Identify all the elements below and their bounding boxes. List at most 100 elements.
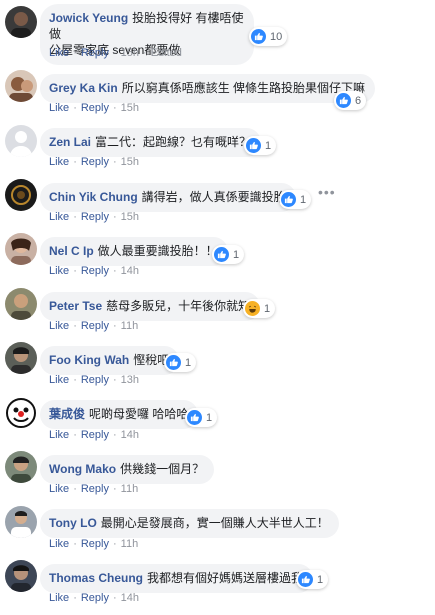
timestamp[interactable]: 11h bbox=[121, 320, 139, 332]
reply-link[interactable]: Reply bbox=[81, 102, 109, 114]
comment-meta: Like · Reply · 15h · Edited bbox=[49, 46, 182, 60]
reaction-count: 1 bbox=[206, 411, 213, 424]
comment-bubble: Peter Tse 慈母多販兒，十年後你就知 bbox=[40, 292, 261, 321]
reaction-summary[interactable]: 1 bbox=[244, 136, 277, 155]
timestamp[interactable]: 11h bbox=[121, 538, 139, 550]
reaction-summary[interactable]: 1 bbox=[279, 190, 312, 209]
reply-link[interactable]: Reply bbox=[81, 47, 109, 59]
timestamp[interactable]: 11h bbox=[121, 483, 139, 495]
comment-meta: Like · Reply · 15h bbox=[49, 210, 139, 224]
reply-link[interactable]: Reply bbox=[81, 538, 109, 550]
comment-author[interactable]: Tony LO bbox=[49, 516, 97, 530]
comment-bubble: Tony LO 最開心是發展商，實一個賺人大半世人工！ bbox=[40, 509, 339, 538]
avatar[interactable] bbox=[5, 6, 37, 38]
reply-link[interactable]: Reply bbox=[81, 374, 109, 386]
reply-link[interactable]: Reply bbox=[81, 320, 109, 332]
reaction-summary[interactable]: 6 bbox=[334, 91, 367, 110]
comment-meta: Like · Reply · 14h bbox=[49, 428, 139, 442]
separator: · bbox=[112, 156, 117, 168]
like-link[interactable]: Like bbox=[49, 320, 69, 332]
like-link[interactable]: Like bbox=[49, 265, 69, 277]
separator: · bbox=[73, 320, 77, 332]
like-link[interactable]: Like bbox=[49, 156, 69, 168]
timestamp[interactable]: 14h bbox=[121, 429, 139, 441]
reply-link[interactable]: Reply bbox=[81, 483, 109, 495]
comment-text: 我都想有個好媽媽送層樓過我 bbox=[147, 571, 304, 585]
comment-meta: Like · Reply · 11h bbox=[49, 537, 138, 551]
like-link[interactable]: Like bbox=[49, 483, 69, 495]
comment-bubble: Foo King Wah 慳稅吧 bbox=[40, 346, 180, 375]
edited-label[interactable]: Edited bbox=[151, 47, 182, 59]
avatar[interactable] bbox=[5, 397, 37, 429]
comment-text: 所以窮真係唔應該生 俾條生路投胎果個仔下嘛 bbox=[121, 81, 366, 95]
comment-author[interactable]: Nel C Ip bbox=[49, 244, 94, 258]
reaction-summary[interactable]: 1 bbox=[243, 299, 276, 318]
comment-meta: Like · Reply · 14h bbox=[49, 591, 139, 605]
separator: · bbox=[73, 156, 77, 168]
separator: · bbox=[73, 592, 77, 604]
avatar[interactable] bbox=[5, 179, 37, 211]
timestamp[interactable]: 13h bbox=[121, 374, 139, 386]
reaction-summary[interactable]: 1 bbox=[164, 353, 197, 372]
comment-author[interactable]: Wong Mako bbox=[49, 462, 116, 476]
comment-author[interactable]: Peter Tse bbox=[49, 299, 102, 313]
comment-text: 慈母多販兒，十年後你就知 bbox=[106, 299, 251, 313]
comment-bubble: Chin Yik Chung 講得岩，做人真係要識投胎 bbox=[40, 183, 296, 212]
comment-meta: Like · Reply · 15h bbox=[49, 155, 139, 169]
like-reaction-icon bbox=[246, 138, 261, 153]
comment-bubble: Nel C Ip 做人最重要識投胎！！ bbox=[40, 237, 228, 266]
timestamp[interactable]: 14h bbox=[121, 265, 139, 277]
reaction-summary[interactable]: 1 bbox=[212, 245, 245, 264]
avatar[interactable] bbox=[5, 288, 37, 320]
avatar[interactable] bbox=[5, 125, 37, 157]
like-link[interactable]: Like bbox=[49, 429, 69, 441]
avatar[interactable] bbox=[5, 70, 37, 102]
comment-author[interactable]: Chin Yik Chung bbox=[49, 190, 138, 204]
reply-link[interactable]: Reply bbox=[81, 156, 109, 168]
like-link[interactable]: Like bbox=[49, 102, 69, 114]
like-link[interactable]: Like bbox=[49, 47, 69, 59]
avatar[interactable] bbox=[5, 233, 37, 265]
reaction-summary[interactable]: 1 bbox=[185, 408, 218, 427]
separator: · bbox=[112, 265, 117, 277]
reaction-summary[interactable]: 1 bbox=[296, 570, 329, 589]
timestamp[interactable]: 14h bbox=[121, 592, 139, 604]
avatar[interactable] bbox=[5, 342, 37, 374]
timestamp[interactable]: 15h bbox=[121, 156, 139, 168]
like-link[interactable]: Like bbox=[49, 211, 69, 223]
reply-link[interactable]: Reply bbox=[81, 592, 109, 604]
like-link[interactable]: Like bbox=[49, 374, 69, 386]
reaction-count: 10 bbox=[270, 30, 283, 43]
like-reaction-icon bbox=[166, 355, 181, 370]
timestamp[interactable]: 15h bbox=[121, 102, 139, 114]
comment-author[interactable]: Grey Ka Kin bbox=[49, 81, 118, 95]
reply-link[interactable]: Reply bbox=[81, 265, 109, 277]
comment-meta: Like · Reply · 11h bbox=[49, 482, 138, 496]
reply-link[interactable]: Reply bbox=[81, 211, 109, 223]
like-link[interactable]: Like bbox=[49, 592, 69, 604]
like-reaction-icon bbox=[251, 29, 266, 44]
like-reaction-icon bbox=[187, 410, 202, 425]
timestamp[interactable]: 15h bbox=[121, 211, 139, 223]
avatar[interactable] bbox=[5, 560, 37, 592]
separator: · bbox=[112, 429, 117, 441]
comment-author[interactable]: Zen Lai bbox=[49, 135, 91, 149]
comment-author[interactable]: Jowick Yeung bbox=[49, 11, 128, 25]
haha-reaction-icon bbox=[245, 301, 260, 316]
timestamp[interactable]: 15h bbox=[121, 47, 139, 59]
more-options-icon[interactable]: ••• bbox=[318, 184, 336, 200]
reaction-summary[interactable]: 10 bbox=[249, 27, 288, 46]
separator: · bbox=[112, 211, 117, 223]
comment-author[interactable]: 葉成俊 bbox=[49, 407, 85, 421]
comment-text: 呢啲母愛囉 哈哈哈 bbox=[89, 407, 189, 421]
avatar[interactable] bbox=[5, 506, 37, 538]
comment-author[interactable]: Thomas Cheung bbox=[49, 571, 143, 585]
like-link[interactable]: Like bbox=[49, 538, 69, 550]
comment-text: 做人最重要識投胎！！ bbox=[97, 244, 218, 258]
separator: · bbox=[73, 483, 77, 495]
comment-author[interactable]: Foo King Wah bbox=[49, 353, 129, 367]
comment-meta: Like · Reply · 15h bbox=[49, 101, 139, 115]
comment-bubble: Thomas Cheung 我都想有個好媽媽送層樓過我 bbox=[40, 564, 314, 593]
reply-link[interactable]: Reply bbox=[81, 429, 109, 441]
avatar[interactable] bbox=[5, 451, 37, 483]
